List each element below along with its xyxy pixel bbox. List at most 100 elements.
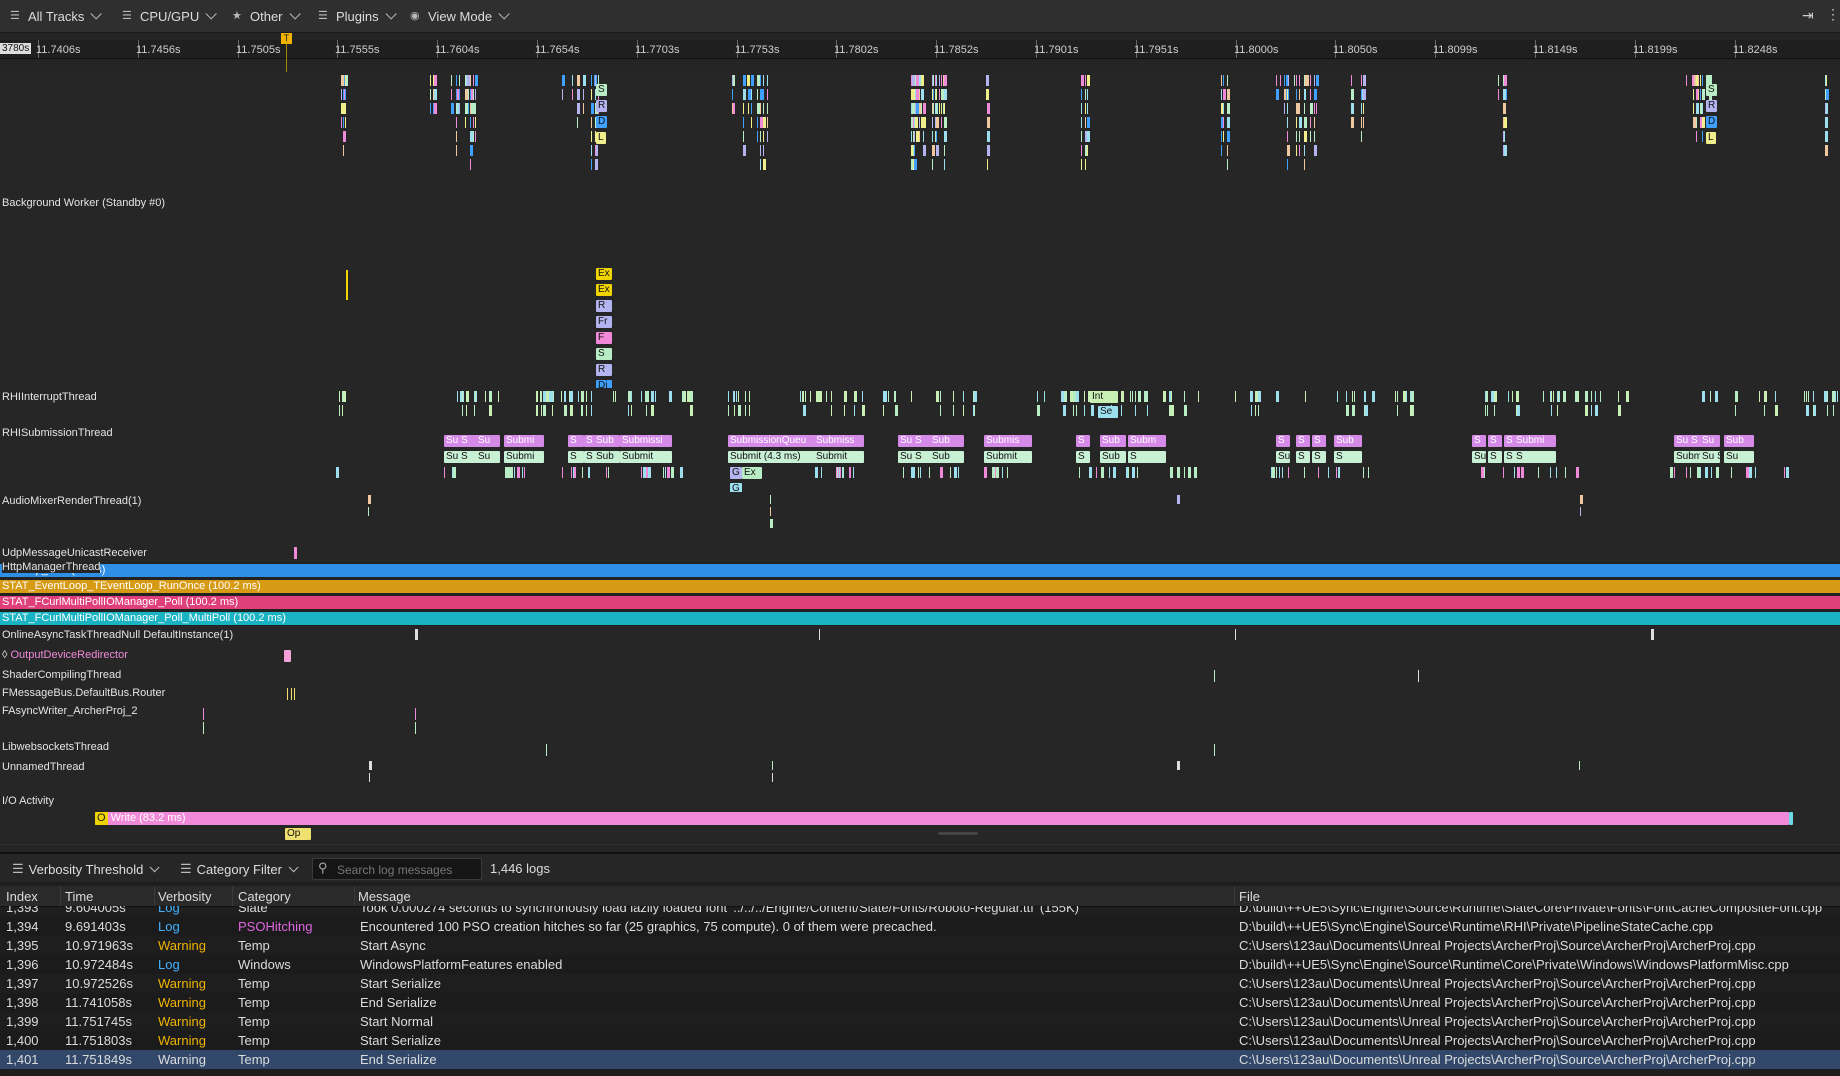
- track-output-device[interactable]: ◊ OutputDeviceRedirector: [0, 646, 1840, 667]
- event-bar-curl-multipoll[interactable]: STAT_FCurlMultiPollIOManager_Poll_MultiP…: [0, 612, 1840, 625]
- track-fmessagebus[interactable]: FMessageBus.DefaultBus.Router: [0, 684, 1840, 703]
- submit-block[interactable]: S: [1334, 451, 1362, 463]
- column-divider[interactable]: [1234, 886, 1235, 906]
- event-block[interactable]: R: [1706, 100, 1718, 112]
- submit-block[interactable]: Submi: [504, 451, 544, 463]
- submission-block[interactable]: S: [1472, 435, 1486, 447]
- submission-block[interactable]: S: [1296, 435, 1310, 447]
- submission-block[interactable]: Su: [476, 435, 500, 447]
- event-block[interactable]: Fr: [596, 316, 612, 328]
- submit-block[interactable]: S: [1128, 451, 1166, 463]
- submission-block[interactable]: S: [1312, 435, 1326, 447]
- column-header-message[interactable]: Message: [358, 889, 411, 904]
- submission-block[interactable]: Submis: [984, 435, 1032, 447]
- track-audio-mixer[interactable]: AudioMixerRenderThread(1): [0, 492, 1840, 545]
- plugins-button[interactable]: ☰ Plugins: [318, 7, 397, 25]
- submit-block[interactable]: Submit: [620, 451, 672, 463]
- view-mode-button[interactable]: ◉ View Mode: [410, 7, 510, 25]
- event-block[interactable]: L: [1706, 132, 1716, 144]
- event-block[interactable]: Ex: [596, 268, 612, 280]
- column-header-index[interactable]: Index: [6, 889, 38, 904]
- event-bar-eventloop-runonce[interactable]: STAT_EventLoop_TEventLoop_RunOnce (100.2…: [0, 580, 1840, 593]
- submit-block[interactable]: Su: [476, 451, 500, 463]
- submit-block[interactable]: Sub: [594, 451, 620, 463]
- column-divider[interactable]: [60, 886, 61, 906]
- all-tracks-button[interactable]: ☰ All Tracks: [10, 7, 103, 25]
- submission-block[interactable]: Submissi: [620, 435, 672, 447]
- submission-block[interactable]: Sub: [930, 435, 964, 447]
- track-online-async[interactable]: OnlineAsyncTaskThreadNull DefaultInstanc…: [0, 626, 1840, 647]
- submission-block[interactable]: S: [1488, 435, 1502, 447]
- submit-block[interactable]: S: [568, 451, 584, 463]
- category-filter-button[interactable]: ☰ Category Filter: [180, 861, 299, 877]
- log-row[interactable]: 1,397 10.972526s Warning Temp Start Serializ…: [0, 974, 1840, 993]
- horizontal-scrollbar[interactable]: [938, 832, 978, 835]
- column-header-file[interactable]: File: [1239, 889, 1260, 904]
- event-block[interactable]: R: [596, 300, 612, 312]
- log-row[interactable]: 1,394 9.691403s Log PSOHitching Encountered …: [0, 917, 1840, 936]
- tracks-area[interactable]: S R D L S R D L Background Worker (Stand…: [0, 72, 1840, 845]
- submission-block[interactable]: S: [568, 435, 584, 447]
- submit-block[interactable]: S: [1296, 451, 1310, 463]
- io-write-bar[interactable]: O Write (83.2 ms): [95, 812, 1789, 825]
- event-block[interactable]: S: [1706, 84, 1717, 96]
- event-block[interactable]: R: [596, 364, 612, 376]
- column-header-verbosity[interactable]: Verbosity: [158, 889, 211, 904]
- submission-block[interactable]: Su S: [898, 435, 932, 447]
- track-fasync-writer[interactable]: FAsyncWriter_ArcherProj_2: [0, 702, 1840, 739]
- column-header-time[interactable]: Time: [65, 889, 93, 904]
- submit-block[interactable]: Sub: [930, 451, 964, 463]
- event-block[interactable]: D: [596, 116, 608, 128]
- submission-block[interactable]: Submi: [504, 435, 544, 447]
- submission-block[interactable]: Sub: [1100, 435, 1126, 447]
- event-block[interactable]: [284, 650, 291, 662]
- submit-block[interactable]: Su: [1724, 451, 1754, 463]
- log-row[interactable]: 1,396 10.972484s Log Windows WindowsPlatform…: [0, 955, 1840, 974]
- io-end-block[interactable]: [1789, 812, 1793, 825]
- submit-block[interactable]: S: [1488, 451, 1502, 463]
- submission-block[interactable]: Sub: [594, 435, 620, 447]
- log-row[interactable]: 1,393 9.604005s Log Slate Took 0.000274 seco…: [0, 906, 1840, 917]
- log-row[interactable]: 1,395 10.971963s Warning Temp Start Async C:\…: [0, 936, 1840, 955]
- column-header-category[interactable]: Category: [238, 889, 291, 904]
- track-background-worker[interactable]: Background Worker (Standby #0) Ex Ex R Fr F S…: [0, 194, 1840, 432]
- submit-block[interactable]: S: [1514, 451, 1556, 463]
- submission-block[interactable]: S: [1076, 435, 1090, 447]
- log-row[interactable]: 1,400 11.751803s Warning Temp Start Serializ…: [0, 1031, 1840, 1050]
- submission-block[interactable]: Subm: [1128, 435, 1166, 447]
- event-bar-eventloop-run[interactable]: entLoop_Run (13.9s): [0, 564, 1840, 577]
- log-row[interactable]: 1,399 11.751745s Warning Temp Start Normal C:…: [0, 1012, 1840, 1031]
- track-unnamed-thread[interactable]: UnnamedThread: [0, 758, 1840, 793]
- submit-block[interactable]: Sub: [1472, 451, 1486, 463]
- track-libwebsockets[interactable]: LibwebsocketsThread: [0, 738, 1840, 759]
- submit-block[interactable]: S: [1076, 451, 1090, 463]
- event-block[interactable]: G: [730, 467, 742, 479]
- io-op-block[interactable]: Op: [285, 828, 311, 840]
- submit-block[interactable]: Subm: [1276, 451, 1290, 463]
- track-rhi-submission[interactable]: RHISubmissionThread Su S Su S Su Su Submi Sub…: [0, 424, 1840, 495]
- submit-block[interactable]: S: [1312, 451, 1326, 463]
- event-block[interactable]: Ex: [742, 467, 762, 479]
- log-table-body[interactable]: 1,393 9.604005s Log Slate Took 0.000274 seco…: [0, 906, 1840, 1076]
- column-divider[interactable]: [232, 886, 233, 906]
- log-row[interactable]: 1,398 11.741058s Warning Temp End Serialize C…: [0, 993, 1840, 1012]
- timeline-ruler[interactable]: 3780s 11.7406s 11.7456s 11.7505s 11.7555s 11…: [0, 40, 1840, 59]
- other-button[interactable]: ★ Other: [232, 7, 301, 25]
- track-shader-compiling[interactable]: ShaderCompilingThread: [0, 666, 1840, 685]
- track-top-tasks[interactable]: S R D L S R D L: [0, 72, 1840, 195]
- log-search-input[interactable]: [335, 861, 479, 878]
- event-block[interactable]: S: [596, 84, 607, 96]
- event-block[interactable]: Int: [1090, 391, 1118, 403]
- submit-block[interactable]: Su S: [1700, 451, 1720, 463]
- submit-block[interactable]: Submit: [814, 451, 864, 463]
- more-options-icon[interactable]: ⋮: [1826, 6, 1840, 23]
- event-block[interactable]: Se: [1098, 406, 1118, 418]
- submission-block[interactable]: S: [1276, 435, 1290, 447]
- submission-block[interactable]: Su: [1700, 435, 1720, 447]
- column-divider[interactable]: [154, 886, 155, 906]
- submit-block[interactable]: Su S: [898, 451, 932, 463]
- verbosity-threshold-button[interactable]: ☰ Verbosity Threshold: [12, 861, 160, 877]
- submission-block[interactable]: Sub: [1334, 435, 1362, 447]
- event-bar-curl-poll[interactable]: STAT_FCurlMultiPollIOManager_Poll (100.2…: [0, 596, 1840, 609]
- track-io-activity[interactable]: I/O Activity O Write (83.2 ms) Op: [0, 792, 1840, 845]
